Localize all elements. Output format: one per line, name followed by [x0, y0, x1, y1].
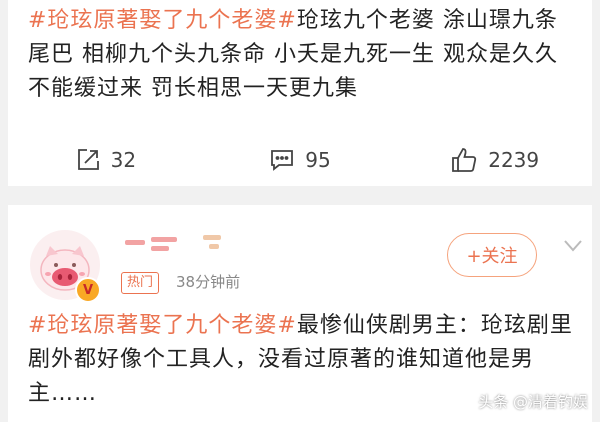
follow-button[interactable]: +关注 — [447, 233, 537, 277]
like-count: 2239 — [488, 148, 540, 172]
repost-count: 32 — [110, 148, 137, 172]
action-bar: 32 95 2239 — [8, 140, 592, 180]
hashtag-link[interactable]: #玱玹原著娶了九个老婆# — [28, 313, 297, 338]
post-card-1: #玱玹原著娶了九个老婆#玱玹九个老婆 涂山璟九条尾巴 相柳九个头九条命 小夭是九… — [8, 0, 592, 186]
username-obscured[interactable] — [121, 231, 231, 255]
thumbs-up-icon — [452, 148, 477, 172]
watermark: 头条 @清着钓娱 — [478, 393, 588, 411]
post-body: #玱玹原著娶了九个老婆#玱玹九个老婆 涂山璟九条尾巴 相柳九个头九条命 小夭是九… — [28, 4, 574, 106]
like-button[interactable]: 2239 — [397, 146, 592, 174]
post-time: 38分钟前 — [176, 273, 241, 291]
comment-button[interactable]: 95 — [203, 147, 398, 173]
repost-icon — [77, 149, 99, 170]
comment-icon — [271, 150, 294, 171]
chevron-down-icon[interactable] — [561, 236, 585, 256]
follow-label: +关注 — [466, 246, 518, 267]
hashtag-link[interactable]: #玱玹原著娶了九个老婆# — [28, 8, 297, 33]
repost-button[interactable]: 32 — [8, 147, 203, 173]
comment-count: 95 — [305, 148, 331, 172]
hot-badge: 热门 — [121, 272, 160, 294]
verified-badge-icon: V — [75, 277, 101, 303]
